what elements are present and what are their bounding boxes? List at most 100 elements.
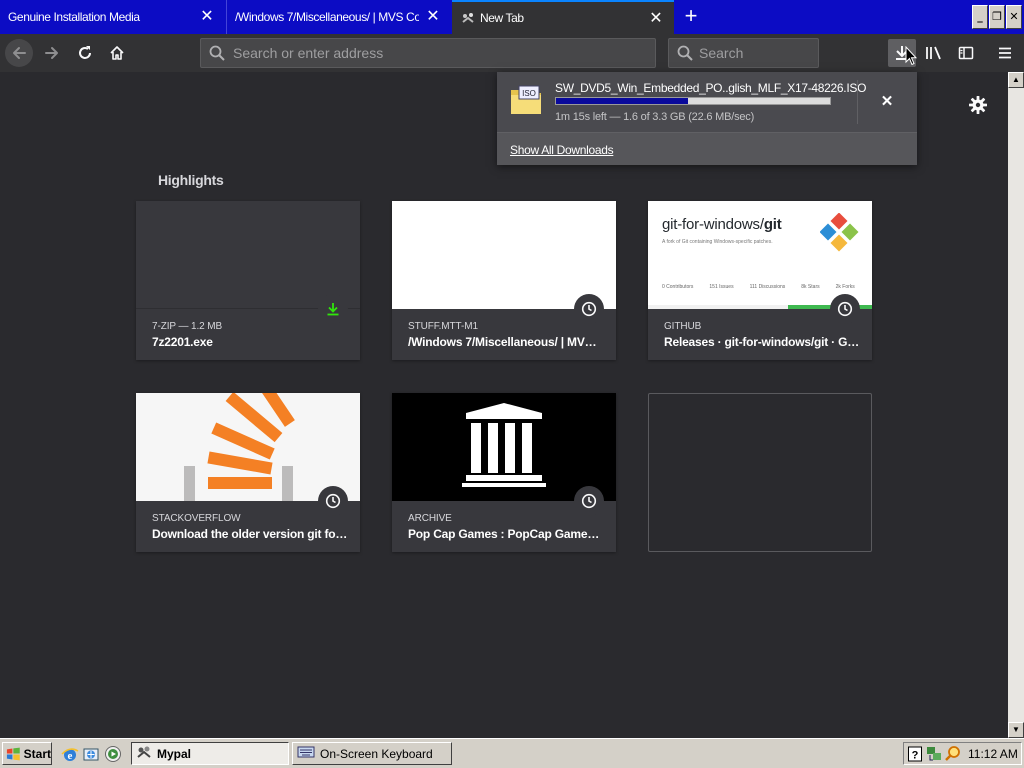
close-tab-icon[interactable]: ✕ [199, 9, 215, 25]
empty-highlight-slot [648, 393, 872, 552]
outlook-express-icon[interactable] [82, 745, 100, 763]
highlights-heading: Highlights [158, 172, 224, 188]
clock-icon [318, 486, 348, 516]
search-icon [209, 45, 225, 66]
task-label: On-Screen Keyboard [320, 746, 433, 761]
search-bar[interactable] [668, 38, 819, 68]
github-repo-description: A fork of Git containing Windows-specifi… [662, 239, 773, 245]
address-input[interactable] [233, 44, 633, 62]
download-progress-bar [555, 97, 831, 105]
windows-logo-icon [6, 747, 20, 760]
reload-button[interactable] [71, 39, 99, 67]
card-source: GITHUB [664, 321, 702, 332]
search-input[interactable] [699, 44, 809, 62]
media-player-icon[interactable] [104, 745, 122, 763]
card-source: ARCHIVE [408, 513, 452, 524]
close-tab-icon[interactable]: ✕ [425, 9, 441, 25]
svg-text:ISO: ISO [522, 89, 536, 98]
archive-building-logo-icon [462, 403, 546, 487]
github-stat: 151 Issues [709, 284, 734, 290]
task-label: Mypal [157, 746, 192, 761]
download-icon [318, 294, 348, 324]
card-title: 7z2201.exe [152, 335, 213, 349]
highlight-card-stackoverflow[interactable]: STACKOVERFLOW Download the older version… [136, 393, 360, 552]
card-title: /Windows 7/Miscellaneous/ | MVS Collecti… [408, 335, 604, 349]
card-title: Pop Cap Games : PopCap Games : Free Down… [408, 527, 604, 541]
customize-gear-icon[interactable] [968, 95, 988, 120]
repo-name: git [763, 216, 782, 233]
home-button[interactable] [103, 39, 131, 67]
new-tab-button[interactable]: + [678, 4, 704, 30]
card-source: STUFF.MTT-M1 [408, 321, 478, 332]
highlight-card-archive[interactable]: ARCHIVE Pop Cap Games : PopCap Games : F… [392, 393, 616, 552]
tab-new-tab[interactable]: New Tab ✕ [452, 0, 674, 34]
stackoverflow-logo-icon [184, 393, 295, 501]
card-thumbnail [136, 201, 360, 309]
close-tab-icon[interactable]: ✕ [648, 11, 664, 27]
back-button[interactable] [5, 39, 33, 67]
mypal-icon [136, 744, 152, 763]
tab-title: Genuine Installation Media [8, 10, 140, 24]
minimize-button[interactable]: _ [972, 5, 988, 29]
taskbar-task-mypal[interactable]: Mypal [131, 742, 289, 765]
git-logo-icon [819, 212, 860, 258]
vertical-scrollbar[interactable]: ▲ ▼ [1008, 72, 1024, 738]
start-label: Start [23, 746, 51, 761]
highlight-card-7zip[interactable]: 7-ZIP — 1.2 MB 7z2201.exe [136, 201, 360, 360]
card-thumbnail [392, 201, 616, 309]
github-stat: 2k Forks [835, 284, 855, 290]
search-icon [677, 45, 693, 66]
keyboard-icon [297, 745, 315, 762]
svg-text:e: e [68, 750, 73, 762]
restore-button[interactable]: ❐ [989, 5, 1005, 29]
search-tray-icon[interactable] [944, 745, 962, 768]
github-stat: 8k Stars [801, 284, 820, 290]
cancel-download-icon[interactable]: ✕ [877, 92, 897, 112]
address-bar[interactable] [200, 38, 656, 68]
clock: 11:12 AM [968, 747, 1018, 761]
highlight-card-mvs[interactable]: STUFF.MTT-M1 /Windows 7/Miscellaneous/ |… [392, 201, 616, 360]
help-icon[interactable]: ? [908, 746, 922, 767]
card-title: Download the older version git for windo… [152, 527, 348, 541]
download-status: 1m 15s left — 1.6 of 3.3 GB (22.6 MB/sec… [555, 111, 755, 123]
library-button[interactable] [920, 39, 948, 67]
taskbar: Start e Mypal On-Screen Keyboard ? 11:12… [0, 738, 1024, 768]
mouse-cursor-icon [905, 45, 918, 71]
tab-strip: Genuine Installation Media ✕ /Windows 7/… [0, 0, 1024, 34]
card-thumbnail [136, 393, 360, 501]
scroll-down-arrow-icon[interactable]: ▼ [1008, 722, 1024, 738]
github-stat: 111 Discussions [749, 284, 786, 290]
github-stats: 0 Contributors 151 Issues 111 Discussion… [662, 284, 855, 290]
clock-icon [574, 486, 604, 516]
downloads-panel: ISO SW_DVD5_Win_Embedded_PO..glish_MLF_X… [497, 72, 917, 165]
scroll-up-arrow-icon[interactable]: ▲ [1008, 72, 1024, 88]
show-all-downloads-button[interactable]: Show All Downloads [510, 143, 614, 157]
sidebar-toggle-button[interactable] [952, 39, 980, 67]
network-icon[interactable] [926, 745, 942, 768]
taskbar-task-on-screen-keyboard[interactable]: On-Screen Keyboard [292, 742, 452, 765]
new-tab-favicon-icon [460, 10, 476, 26]
forward-button[interactable] [38, 39, 66, 67]
download-progress-fill [556, 98, 688, 104]
downloads-footer: Show All Downloads [497, 132, 917, 165]
tab-title: /Windows 7/Miscellaneous/ | MVS Collecti… [235, 10, 419, 24]
clock-icon [830, 294, 860, 324]
tab-genuine-installation-media[interactable]: Genuine Installation Media ✕ [0, 0, 224, 34]
tab-mvs-collection[interactable]: /Windows 7/Miscellaneous/ | MVS Collecti… [226, 0, 450, 34]
github-stat: 0 Contributors [662, 284, 694, 290]
close-window-button[interactable]: ✕ [1006, 5, 1022, 29]
card-source: 7-ZIP — 1.2 MB [152, 321, 223, 332]
language-bar-segment [648, 305, 788, 309]
card-source: STACKOVERFLOW [152, 513, 241, 524]
iso-file-icon: ISO [510, 84, 542, 116]
card-thumbnail: git-for-windows/git A fork of Git contai… [648, 201, 872, 309]
clock-icon [574, 294, 604, 324]
start-button[interactable]: Start [2, 742, 52, 765]
github-repo-title: git-for-windows/git [662, 216, 782, 233]
download-filename: SW_DVD5_Win_Embedded_PO..glish_MLF_X17-4… [555, 81, 867, 95]
system-tray: ? 11:12 AM [903, 742, 1022, 765]
hamburger-menu-button[interactable] [991, 39, 1019, 67]
highlight-card-github[interactable]: git-for-windows/git A fork of Git contai… [648, 201, 872, 360]
internet-explorer-icon[interactable]: e [61, 745, 79, 763]
repo-owner: git-for-windows/ [662, 216, 764, 233]
